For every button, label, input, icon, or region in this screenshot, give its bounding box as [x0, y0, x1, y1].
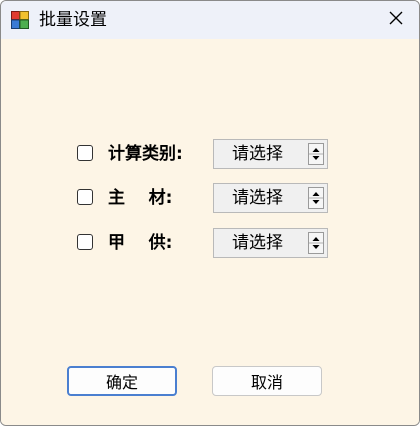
main-material-label: 主 材: — [108, 188, 173, 208]
up-down-arrow-icon[interactable] — [308, 143, 324, 165]
owner-supplied-value: 请选择 — [232, 233, 283, 253]
calc-category-value: 请选择 — [232, 144, 283, 164]
calc-category-spinner[interactable]: 请选择 — [213, 139, 328, 169]
owner-supplied-spinner[interactable]: 请选择 — [213, 228, 328, 258]
main-material-spinner[interactable]: 请选择 — [213, 183, 328, 213]
title-bar[interactable]: 批量设置 — [1, 1, 419, 39]
app-icon — [11, 11, 29, 29]
main-material-value: 请选择 — [232, 188, 283, 208]
ok-button[interactable]: 确定 — [67, 366, 177, 396]
calc-category-label: 计算类别: — [108, 144, 183, 164]
dialog-window: 批量设置 计算类别: 请选择 主 材: 请选择 甲 供: 请选择 确定 取消 — [0, 0, 420, 426]
up-down-arrow-icon[interactable] — [308, 232, 324, 254]
window-title: 批量设置 — [39, 10, 107, 30]
calc-category-checkbox[interactable] — [77, 145, 93, 161]
dialog-body: 计算类别: 请选择 主 材: 请选择 甲 供: 请选择 确定 取消 — [1, 39, 419, 425]
main-material-checkbox[interactable] — [77, 189, 93, 205]
up-down-arrow-icon[interactable] — [308, 187, 324, 209]
owner-supplied-checkbox[interactable] — [77, 234, 93, 250]
close-icon — [388, 10, 404, 30]
cancel-button[interactable]: 取消 — [212, 366, 322, 396]
close-button[interactable] — [373, 1, 419, 39]
owner-supplied-label: 甲 供: — [108, 233, 173, 253]
